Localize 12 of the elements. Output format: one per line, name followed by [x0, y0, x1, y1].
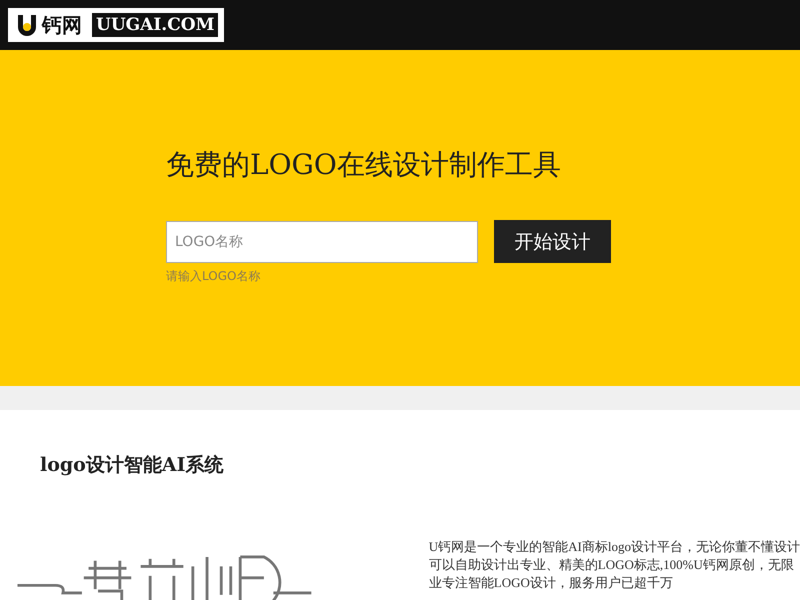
site-logo[interactable]: 钙网 UUGAI.COM — [8, 8, 224, 42]
logo-brand-text: 钙网 — [42, 12, 82, 38]
section-heading: logo设计智能AI系统 — [40, 453, 224, 478]
start-design-button[interactable]: 开始设计 — [494, 220, 611, 263]
logo-name-input[interactable]: LOGO名称 — [166, 221, 478, 263]
hero-title: 免费的LOGO在线设计制作工具 — [166, 147, 562, 183]
description-text: 可以自助设计出专业、精美的LOGO标志,100%U钙网原创，无限 — [428, 556, 794, 574]
description-text: U钙网是一个专业的智能AI商标logo设计平台，无论你董不懂设计 — [428, 538, 800, 556]
description-text: 业专注智能LOGO设计，服务用户已超千万 — [428, 574, 673, 592]
logo-domain-text: UUGAI.COM — [92, 13, 218, 37]
input-hint: 请输入LOGO名称 — [166, 268, 262, 285]
gear-u-icon — [16, 13, 38, 37]
